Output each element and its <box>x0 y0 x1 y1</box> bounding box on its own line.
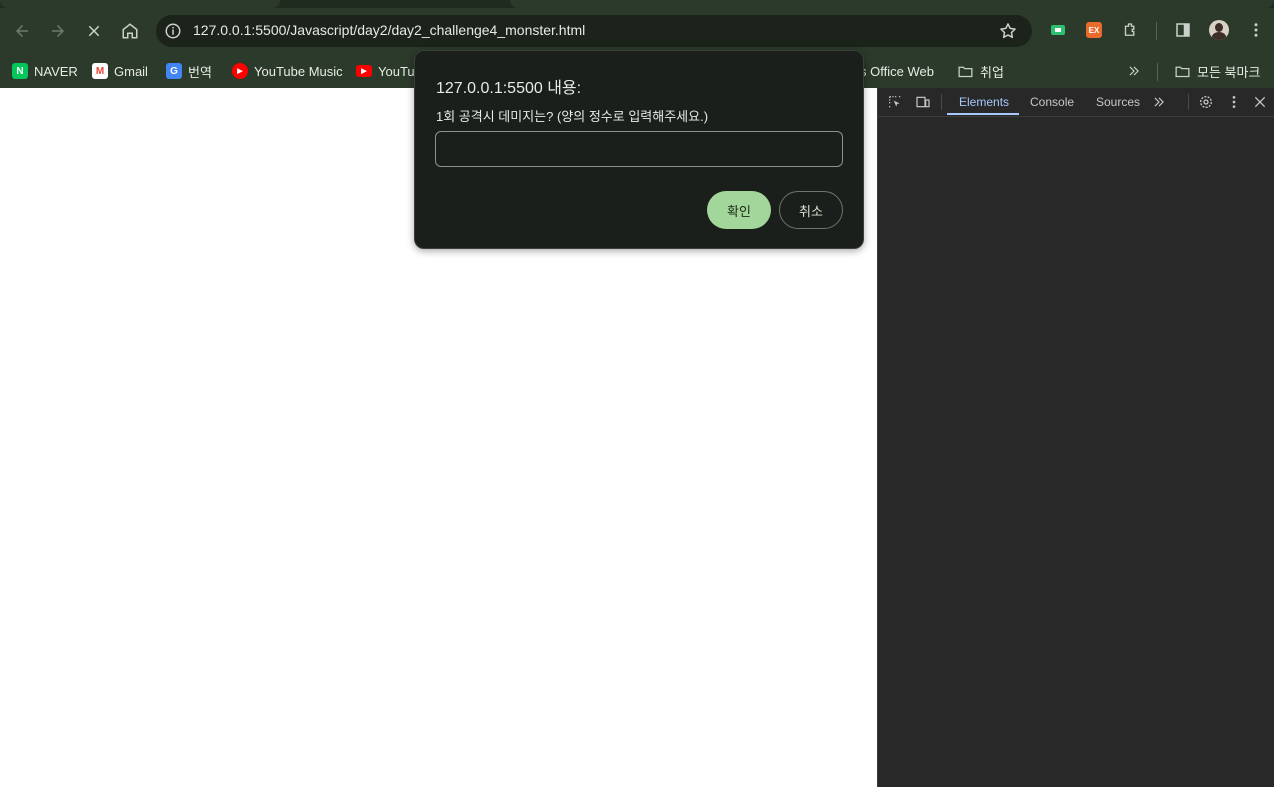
bookmark-label: Gmail <box>114 63 148 79</box>
devtools-menu-icon[interactable] <box>1225 93 1243 111</box>
all-bookmarks-folder[interactable]: 모든 북마크 <box>1174 60 1260 82</box>
tab-inactive[interactable] <box>510 0 1274 8</box>
settings-gear-icon[interactable] <box>1197 93 1215 111</box>
tab-strip <box>0 0 1274 8</box>
bookmark-youtube[interactable]: ▶ YouTub <box>356 60 422 82</box>
bookmark-folder-job[interactable]: 취업 <box>957 60 1004 82</box>
bookmark-naver[interactable]: N NAVER <box>12 60 78 82</box>
bookmark-label: 취업 <box>980 64 1004 80</box>
bookmark-label: s Office Web <box>860 63 934 79</box>
cancel-button[interactable]: 취소 <box>779 191 843 229</box>
info-icon[interactable] <box>164 22 182 40</box>
prompt-input[interactable] <box>435 131 843 167</box>
profile-avatar[interactable] <box>1209 20 1229 40</box>
stop-loading-button[interactable] <box>82 19 106 43</box>
chevron-double-right-icon <box>1129 66 1139 76</box>
device-toolbar-icon[interactable] <box>914 93 932 111</box>
inspect-element-icon[interactable] <box>886 93 904 111</box>
translate-icon: G <box>166 63 182 79</box>
bookmark-youtube-music[interactable]: ▶ YouTube Music <box>232 60 343 82</box>
bookmark-star-icon[interactable] <box>998 21 1018 41</box>
bookmark-label: 모든 북마크 <box>1197 64 1261 80</box>
tab-console[interactable]: Console <box>1030 95 1074 109</box>
folder-icon <box>1175 66 1190 77</box>
home-button[interactable] <box>118 19 142 43</box>
youtube-music-icon: ▶ <box>232 63 248 79</box>
gmail-icon: M <box>92 63 108 79</box>
devtools-toolbar: Elements Console Sources <box>878 88 1274 117</box>
side-panel-icon[interactable] <box>1173 20 1193 40</box>
tab-sources[interactable]: Sources <box>1096 95 1140 109</box>
kebab-menu-icon[interactable] <box>1246 20 1266 40</box>
dialog-message: 1회 공격시 데미지는? (양의 정수로 입력해주세요.) <box>436 109 709 124</box>
bookmarks-divider <box>1157 63 1158 81</box>
youtube-icon: ▶ <box>356 65 372 77</box>
prompt-dialog: 127.0.0.1:5500 내용: 1회 공격시 데미지는? (양의 정수로 … <box>414 50 864 249</box>
url-text[interactable]: 127.0.0.1:5500/Javascript/day2/day2_chal… <box>193 22 585 38</box>
devtools-divider <box>1188 94 1189 110</box>
browser-toolbar: 127.0.0.1:5500/Javascript/day2/day2_chal… <box>0 8 1274 54</box>
naver-icon: N <box>12 63 28 79</box>
tab-elements[interactable]: Elements <box>959 95 1009 109</box>
arrow-left-icon <box>16 25 28 37</box>
extensions-puzzle-icon[interactable] <box>1120 20 1140 40</box>
devtools-divider <box>941 94 942 110</box>
arrow-right-icon <box>52 25 64 37</box>
more-tabs-chevron-icon[interactable] <box>1150 93 1168 111</box>
close-devtools-icon[interactable] <box>1251 93 1269 111</box>
ok-button[interactable]: 확인 <box>707 191 771 229</box>
address-bar[interactable]: 127.0.0.1:5500/Javascript/day2/day2_chal… <box>156 15 1032 47</box>
home-icon <box>122 23 138 39</box>
close-icon <box>88 25 100 37</box>
bookmark-label: YouTube Music <box>254 63 343 79</box>
bookmark-office-web[interactable]: s Office Web <box>860 60 934 82</box>
extension-green-icon[interactable] <box>1048 20 1068 40</box>
bookmark-gmail[interactable]: M Gmail <box>92 60 148 82</box>
toolbar-divider <box>1156 22 1157 40</box>
tab-inactive[interactable] <box>0 0 280 8</box>
more-bookmarks-button[interactable] <box>1127 60 1141 82</box>
forward-button[interactable] <box>46 19 70 43</box>
bookmark-label: 번역 <box>188 64 212 80</box>
bookmark-label: NAVER <box>34 63 78 79</box>
dialog-title: 127.0.0.1:5500 내용: <box>436 80 582 97</box>
extension-ex-icon[interactable]: EX <box>1084 20 1104 40</box>
bookmark-translate[interactable]: G 번역 <box>166 60 212 82</box>
back-button[interactable] <box>10 19 34 43</box>
devtools-panel: Elements Console Sources <box>877 88 1274 787</box>
active-tab-indicator <box>947 113 1019 115</box>
folder-icon <box>958 66 973 77</box>
